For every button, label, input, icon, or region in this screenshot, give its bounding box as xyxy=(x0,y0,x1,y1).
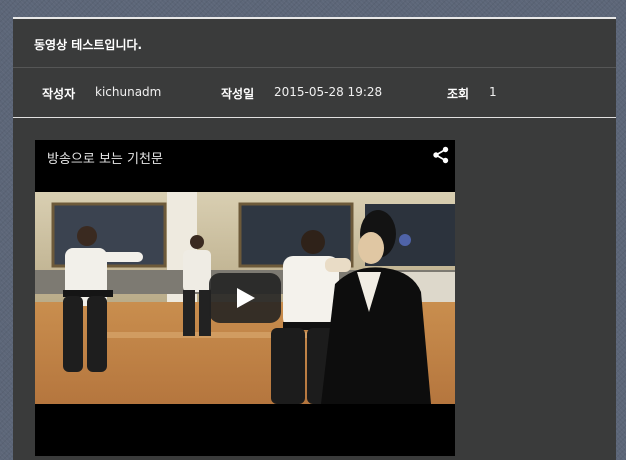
post-meta-row: 작성자 kichunadm 작성일 2015-05-28 19:28 조회 1 xyxy=(13,68,616,118)
views-label: 조회 xyxy=(447,87,470,101)
author-value: kichunadm xyxy=(95,85,162,99)
video-title[interactable]: 방송으로 보는 기천문 xyxy=(47,148,163,167)
post-title-row: 동영상 테스트입니다. xyxy=(13,19,616,68)
date-value: 2015-05-28 19:28 xyxy=(274,85,383,99)
video-player[interactable]: 방송으로 보는 기천문 xyxy=(35,140,455,456)
author-label: 작성자 xyxy=(42,87,76,101)
post-panel: 동영상 테스트입니다. 작성자 kichunadm 작성일 2015-05-28… xyxy=(13,17,616,460)
date-label: 작성일 xyxy=(221,87,255,101)
views-value: 1 xyxy=(489,85,497,99)
share-icon[interactable] xyxy=(432,146,450,164)
play-icon xyxy=(237,288,255,308)
play-button[interactable] xyxy=(209,273,281,323)
post-title: 동영상 테스트입니다. xyxy=(34,37,143,52)
